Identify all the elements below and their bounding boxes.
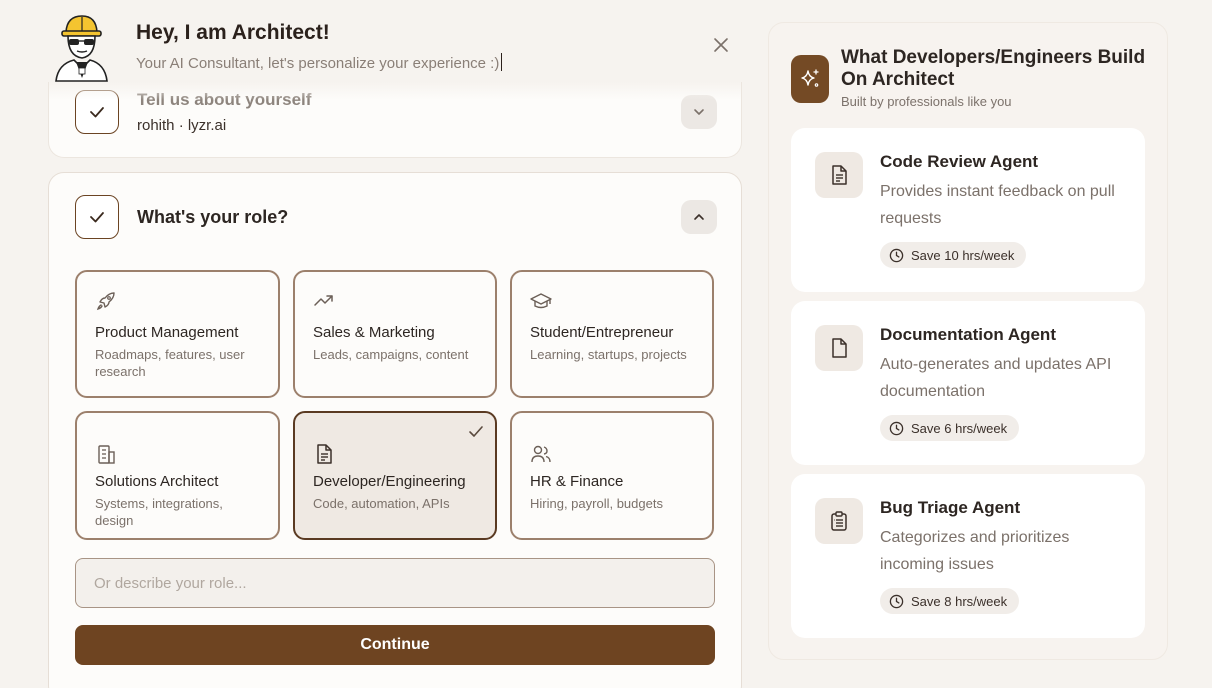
selected-check-icon	[469, 426, 483, 437]
role-desc: Systems, integrations, design	[95, 496, 223, 528]
role-desc: Learning, startups, projects	[530, 347, 687, 362]
time-saved-badge: Save 10 hrs/week	[880, 242, 1027, 268]
agent-card-bug-triage: Bug Triage Agent Categorizes and priorit…	[791, 474, 1145, 638]
panel-title: What Developers/Engineers Build On Archi…	[841, 47, 1146, 90]
role-title: Developer/Engineering	[313, 473, 466, 490]
file-text-icon	[317, 444, 332, 464]
close-button[interactable]	[710, 34, 732, 56]
role-desc: Leads, campaigns, content	[313, 347, 469, 362]
building-icon	[98, 445, 115, 464]
graduation-cap-icon	[530, 293, 552, 309]
role-option-developer-engineering[interactable]: Developer/Engineering Code, automation, …	[293, 411, 497, 540]
agent-card-code-review: Code Review Agent Provides instant feedb…	[791, 128, 1145, 292]
step-complete-indicator	[75, 195, 119, 239]
role-option-student-entrepreneur[interactable]: Student/Entrepreneur Learning, startups,…	[510, 270, 714, 398]
role-option-product-management[interactable]: Product Management Roadmaps, features, u…	[75, 270, 280, 398]
chevron-down-icon	[694, 109, 704, 115]
role-title: HR & Finance	[530, 473, 624, 490]
badge-text: Save 8 hrs/week	[911, 593, 1008, 609]
role-desc: Hiring, payroll, budgets	[530, 496, 663, 511]
panel-subtitle: Built by professionals like you	[841, 94, 1012, 109]
time-saved-badge: Save 8 hrs/week	[880, 588, 1020, 614]
role-title: Product Management	[95, 324, 239, 341]
continue-button[interactable]: Continue	[75, 625, 715, 665]
role-title: Student/Entrepreneur	[530, 324, 674, 341]
chevron-up-icon	[694, 214, 704, 220]
step-about-yourself: Tell us about yourself rohith · lyzr.ai	[48, 82, 742, 158]
page-subtitle: Your AI Consultant, let's personalize yo…	[136, 53, 503, 72]
agent-title: Documentation Agent	[880, 325, 1056, 344]
check-icon	[90, 107, 104, 118]
agent-icon-tile	[815, 498, 863, 544]
role-option-hr-finance[interactable]: HR & Finance Hiring, payroll, budgets	[510, 411, 714, 540]
agent-desc: Auto-generates and updates API documenta…	[880, 356, 1112, 400]
role-option-sales-marketing[interactable]: Sales & Marketing Leads, campaigns, cont…	[293, 270, 497, 398]
file-text-icon	[832, 165, 847, 185]
expand-button[interactable]	[681, 95, 717, 129]
agent-icon-tile	[815, 325, 863, 371]
role-title: Solutions Architect	[95, 473, 219, 490]
agent-desc: Categorizes and prioritizes incoming iss…	[880, 529, 1070, 573]
page-title: Hey, I am Architect!	[136, 21, 330, 44]
step-title: What's your role?	[137, 207, 289, 227]
badge-text: Save 6 hrs/week	[911, 420, 1008, 436]
agent-card-documentation: Documentation Agent Auto-generates and u…	[791, 301, 1145, 465]
agent-title: Code Review Agent	[880, 152, 1039, 171]
rocket-icon	[96, 292, 115, 311]
role-title: Sales & Marketing	[313, 324, 435, 341]
sparkles-icon	[801, 69, 819, 87]
role-option-solutions-architect[interactable]: Solutions Architect Systems, integration…	[75, 411, 280, 540]
step-summary: rohith · lyzr.ai	[137, 117, 227, 134]
role-desc: Code, automation, APIs	[313, 496, 450, 511]
time-saved-badge: Save 6 hrs/week	[880, 415, 1020, 441]
role-desc: Roadmaps, features, user research	[95, 347, 245, 379]
badge-text: Save 10 hrs/week	[911, 247, 1015, 263]
users-icon	[531, 445, 551, 463]
scroll-fade	[49, 82, 741, 100]
step-role: What's your role? Product Management Roa…	[48, 172, 742, 688]
trending-up-icon	[314, 295, 333, 306]
file-icon	[832, 338, 847, 358]
check-icon	[90, 212, 104, 223]
agent-icon-tile	[815, 152, 863, 198]
text-caret	[501, 53, 503, 71]
agent-desc: Provides instant feedback on pull reques…	[880, 183, 1115, 227]
clipboard-list-icon	[831, 511, 847, 531]
subtitle-text: Your AI Consultant, let's personalize yo…	[136, 55, 500, 72]
clock-icon	[889, 421, 904, 435]
describe-role-input[interactable]	[75, 558, 715, 608]
clock-icon	[889, 248, 904, 262]
clock-icon	[889, 594, 904, 608]
agent-title: Bug Triage Agent	[880, 498, 1021, 517]
sparkles-badge	[791, 55, 829, 103]
examples-panel: What Developers/Engineers Build On Archi…	[768, 22, 1168, 660]
close-icon	[714, 38, 728, 52]
architect-mascot-avatar	[50, 12, 112, 82]
collapse-button[interactable]	[681, 200, 717, 234]
role-options: Product Management Roadmaps, features, u…	[75, 270, 715, 540]
